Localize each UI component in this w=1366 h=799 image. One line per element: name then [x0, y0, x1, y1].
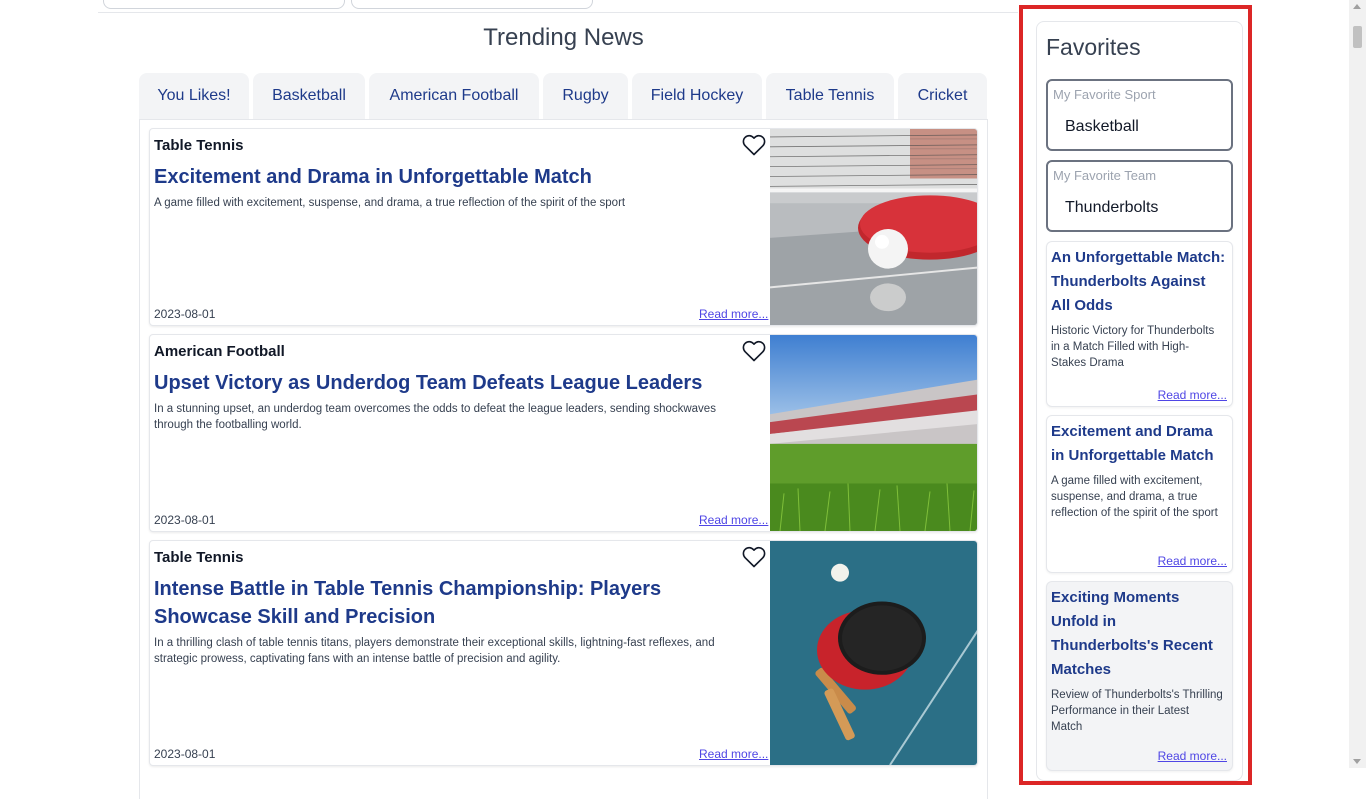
- article-date: 2023-08-01: [154, 513, 216, 527]
- article-card: American Football Upset Victory as Under…: [149, 334, 978, 532]
- scrollbar-thumb[interactable]: [1353, 26, 1362, 48]
- tab-rugby[interactable]: Rugby: [543, 73, 628, 119]
- favorite-sport-select[interactable]: My Favorite Sport Basketball: [1046, 79, 1233, 151]
- favorite-article-card: Exciting Moments Unfold in Thunderbolts'…: [1046, 581, 1233, 771]
- article-date: 2023-08-01: [154, 747, 216, 761]
- divider: [98, 12, 1018, 13]
- article-card: Table Tennis Excitement and Drama in Unf…: [149, 128, 978, 326]
- top-card-stub: [103, 0, 345, 9]
- tab-field-hockey[interactable]: Field Hockey: [632, 73, 762, 119]
- favorite-article-title[interactable]: Exciting Moments Unfold in Thunderbolts'…: [1051, 586, 1227, 682]
- favorite-article-card: An Unforgettable Match: Thunderbolts Aga…: [1046, 241, 1233, 407]
- favorite-article-title[interactable]: Excitement and Drama in Unforgettable Ma…: [1051, 420, 1227, 468]
- article-sport: Table Tennis: [154, 549, 244, 566]
- tab-table-tennis[interactable]: Table Tennis: [766, 73, 894, 119]
- page-scrollbar[interactable]: [1349, 0, 1366, 768]
- section-title: Trending News: [483, 24, 644, 51]
- article-sport: American Football: [154, 343, 285, 360]
- heart-icon[interactable]: [742, 546, 766, 568]
- article-image: [770, 129, 977, 325]
- heart-icon[interactable]: [742, 134, 766, 156]
- favorite-sport-label: My Favorite Sport: [1053, 87, 1156, 102]
- scroll-down-arrow-icon[interactable]: [1353, 759, 1361, 764]
- tab-american-football[interactable]: American Football: [369, 73, 539, 119]
- article-headline[interactable]: Intense Battle in Table Tennis Champions…: [154, 575, 762, 631]
- favorite-team-select[interactable]: My Favorite Team Thunderbolts: [1046, 160, 1233, 232]
- read-more-link[interactable]: Read more...: [699, 513, 768, 527]
- article-date: 2023-08-01: [154, 307, 216, 321]
- tab-you-likes[interactable]: You Likes!: [139, 73, 249, 119]
- article-summary: A game filled with excitement, suspense,…: [154, 197, 626, 209]
- favorite-team-label: My Favorite Team: [1053, 168, 1157, 183]
- read-more-link[interactable]: Read more...: [699, 747, 768, 761]
- read-more-link[interactable]: Read more...: [1158, 388, 1227, 402]
- tab-cricket[interactable]: Cricket: [898, 73, 987, 119]
- article-headline[interactable]: Upset Victory as Underdog Team Defeats L…: [154, 369, 762, 397]
- favorite-article-card: Excitement and Drama in Unforgettable Ma…: [1046, 415, 1233, 573]
- favorite-team-value: Thunderbolts: [1065, 199, 1159, 216]
- article-image: [770, 541, 977, 765]
- top-card-stub: [351, 0, 593, 9]
- article-image: [770, 335, 977, 531]
- read-more-link[interactable]: Read more...: [1158, 554, 1227, 568]
- article-card: Table Tennis Intense Battle in Table Ten…: [149, 540, 978, 766]
- article-summary: In a stunning upset, an underdog team ov…: [154, 403, 716, 431]
- favorite-sport-value: Basketball: [1065, 118, 1139, 135]
- tab-basketball[interactable]: Basketball: [253, 73, 365, 119]
- favorite-article-summary: Historic Victory for Thunderbolts in a M…: [1051, 325, 1215, 369]
- article-summary: In a thrilling clash of table tennis tit…: [154, 637, 715, 665]
- read-more-link[interactable]: Read more...: [699, 307, 768, 321]
- favorites-title: Favorites: [1046, 34, 1141, 60]
- article-headline[interactable]: Excitement and Drama in Unforgettable Ma…: [154, 163, 762, 191]
- favorite-article-summary: A game filled with excitement, suspense,…: [1051, 475, 1218, 519]
- read-more-link[interactable]: Read more...: [1158, 749, 1227, 763]
- heart-icon[interactable]: [742, 340, 766, 362]
- article-sport: Table Tennis: [154, 137, 244, 154]
- favorite-article-summary: Review of Thunderbolts's Thrilling Perfo…: [1051, 689, 1223, 733]
- sport-tabs: You Likes! Basketball American Football …: [139, 73, 988, 119]
- scroll-up-arrow-icon[interactable]: [1353, 4, 1361, 9]
- favorite-article-title[interactable]: An Unforgettable Match: Thunderbolts Aga…: [1051, 246, 1227, 318]
